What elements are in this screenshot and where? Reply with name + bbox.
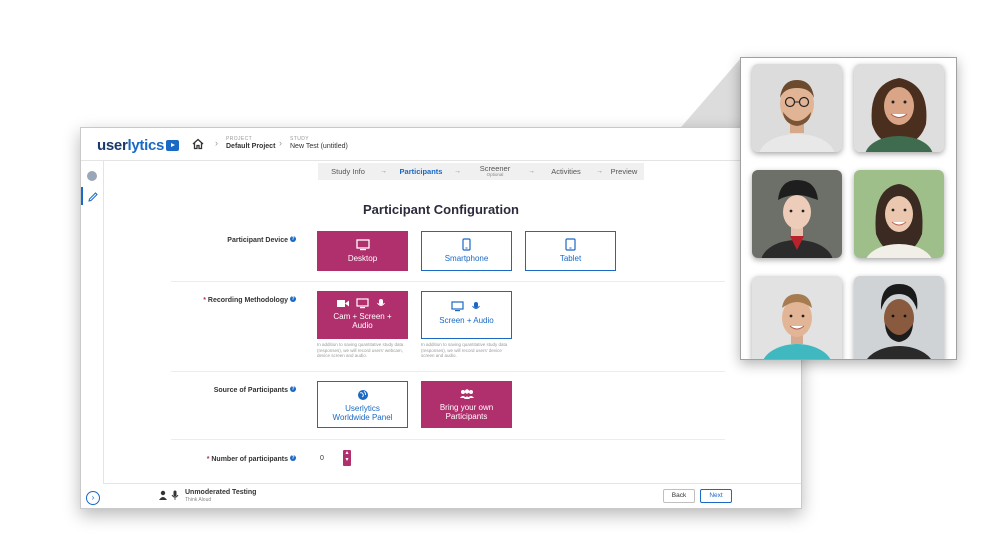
test-type-subtitle: Think Aloud [185,497,212,503]
expand-sidebar-icon[interactable]: › [86,491,100,505]
breadcrumb-study-name: New Test (untitled) [290,143,348,150]
source-bring-own-option[interactable]: Bring your own Participants [421,381,512,428]
cam-screen-audio-label: Cam + Screen + Audio [333,312,392,330]
arrow-right-icon: → [454,168,461,175]
wizard-steps: Study Info → Participants → Screener Opti… [318,163,644,180]
globe-icon [357,390,368,400]
device-smartphone-option[interactable]: Smartphone [421,231,512,271]
page-title: Participant Configuration [363,202,519,217]
play-icon [166,140,180,151]
number-of-participants-label-text: Number of participants [211,456,288,463]
help-icon[interactable]: ? [290,236,296,242]
source-userlytics-panel-option[interactable]: Userlytics Worldwide Panel [317,381,408,428]
participant-portrait-image [854,276,944,359]
tablet-label: Tablet [559,254,582,263]
source-of-participants-label: Source of Participants? [96,386,296,394]
arrow-right-icon: → [528,168,535,175]
bring-own-label: Bring your own Participants [439,403,494,421]
next-button[interactable]: Next [700,489,732,503]
desktop-label: Desktop [347,254,378,263]
recording-cam-screen-audio-option[interactable]: Cam + Screen + Audio [317,291,408,339]
participant-portrait-image [752,64,842,152]
step-sub-label: Optional [486,172,504,177]
participant-portrait-image [752,276,842,359]
step-label: Participants [399,167,443,176]
smartphone-label: Smartphone [444,254,489,263]
participant-photo [752,64,842,152]
recording-methodology-label-text: Recording Methodology [207,297,288,304]
app-window: userlytics › PROJECT Default Project › S… [80,127,802,509]
step-study-info[interactable]: Study Info [318,163,378,180]
participant-device-label: Participant Device? [96,236,296,244]
userlytics-logo[interactable]: userlytics [97,137,180,154]
user-icon [159,490,167,500]
cam-screen-mic-icons [336,298,385,309]
tablet-icon [565,238,576,251]
number-of-participants-label: * Number of participants? [96,455,296,463]
chevron-right-icon: › [279,138,282,148]
source-of-participants-label-text: Source of Participants [213,387,288,394]
test-type-title: Unmoderated Testing [185,489,257,496]
arrow-right-icon: → [596,168,603,175]
screen-audio-note: In addition to saving quantitative study… [421,342,508,358]
cam-screen-audio-note: In addition to saving quantitative study… [317,342,404,358]
recording-methodology-label: * Recording Methodology? [96,296,296,304]
back-button[interactable]: Back [663,489,695,503]
device-desktop-option[interactable]: Desktop [317,231,408,271]
participant-photo [854,276,944,359]
participant-portrait-image [854,170,944,258]
breadcrumb-study[interactable]: STUDY New Test (untitled) [290,136,348,150]
users-icon [459,389,474,399]
divider [171,281,725,282]
quantity-stepper[interactable]: ▴ ▾ [343,450,351,466]
microphone-icon [171,490,179,500]
divider [171,371,725,372]
userlytics-panel-label: Userlytics Worldwide Panel [332,404,393,422]
smartphone-icon [462,238,471,251]
participant-portrait-image [854,64,944,152]
breadcrumb-project-name: Default Project [226,143,276,150]
step-activities[interactable]: Activities [538,163,594,180]
monitor-icon [355,239,370,251]
help-icon[interactable]: ? [290,296,296,302]
breadcrumb-study-caption: STUDY [290,136,309,142]
screen-mic-icons [450,301,480,312]
participant-photo [752,170,842,258]
home-icon[interactable] [191,137,205,151]
breadcrumb-project-caption: PROJECT [226,136,253,142]
step-label: Activities [551,167,581,176]
step-screener[interactable]: Screener Optional [464,163,526,180]
chevron-right-icon: › [215,138,218,148]
breadcrumb-project[interactable]: PROJECT Default Project [226,136,275,150]
participants-zoom-callout [740,57,957,360]
logo-text-user: user [97,137,128,154]
divider [171,439,725,440]
device-tablet-option[interactable]: Tablet [525,231,616,271]
step-label: Study Info [331,167,365,176]
screen-audio-label: Screen + Audio [439,316,494,325]
participant-photo [854,64,944,152]
settings-icon[interactable] [87,171,97,181]
top-bar: userlytics › PROJECT Default Project › S… [81,128,801,161]
participant-photo [752,276,842,359]
help-icon[interactable]: ? [290,455,296,461]
logo-text-lytics: lytics [127,137,165,154]
step-participants[interactable]: Participants [390,163,452,180]
help-icon[interactable]: ? [290,386,296,392]
step-label: Preview [610,167,638,176]
arrow-right-icon: → [380,168,387,175]
required-mark: * [203,297,206,304]
step-preview[interactable]: Preview [604,163,644,180]
required-mark: * [206,456,210,463]
participants-count-input[interactable]: 0 [320,455,324,462]
recording-screen-audio-option[interactable]: Screen + Audio [421,291,512,339]
participant-photo [854,170,944,258]
footer-bar: Unmoderated Testing Think Aloud Back Nex… [103,483,801,508]
participant-portrait-image [752,170,842,258]
participant-device-label-text: Participant Device [227,237,288,244]
